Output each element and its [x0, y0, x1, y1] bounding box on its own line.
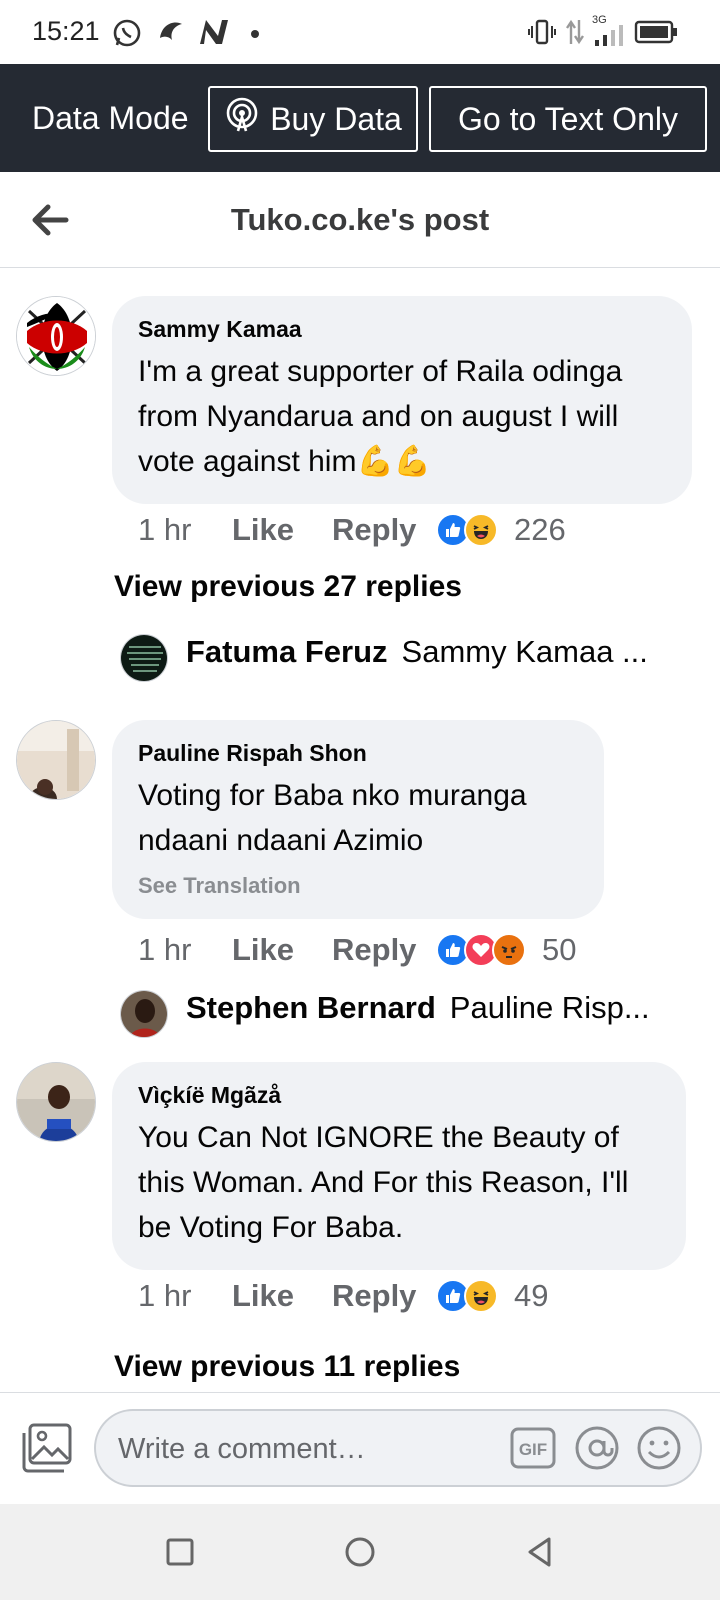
text-only-label: Go to Text Only: [458, 100, 678, 137]
comment-time: 1 hr: [138, 512, 192, 547]
comment-time: 1 hr: [138, 932, 192, 967]
avatar-sammy-kamaa[interactable]: [16, 296, 96, 376]
page-title: Tuko.co.ke's post: [230, 202, 490, 237]
avatar-stephen-bernard: [120, 990, 168, 1038]
comment-bubble[interactable]: Vìçkíë Mgãzå You Can Not IGNORE the Beau…: [112, 1062, 686, 1270]
comment-actions: 1 hr Like Reply 226: [138, 508, 566, 552]
haha-reaction-icon: [464, 513, 498, 547]
angry-reaction-icon: [492, 933, 526, 967]
comment-time: 1 hr: [138, 1278, 192, 1313]
page-header: Tuko.co.ke's post: [0, 172, 720, 268]
hearthstone-icon: [156, 18, 184, 51]
reply-text: Sammy Kamaa ...: [401, 634, 648, 669]
reply-author: Stephen Bernard: [186, 990, 436, 1025]
comment-author[interactable]: Vìçkíë Mgãzå: [138, 1082, 660, 1109]
reaction-count[interactable]: 50: [542, 932, 576, 968]
comment-input[interactable]: Write a comment… GIF: [94, 1409, 702, 1487]
comment-author[interactable]: Pauline Rispah Shon: [138, 740, 578, 767]
n-app-icon: [198, 18, 228, 51]
battery-icon: [634, 20, 678, 49]
comment-text: Voting for Baba nko muranga ndaani ndaan…: [138, 779, 527, 857]
mention-button[interactable]: [574, 1425, 620, 1471]
go-to-text-only-button[interactable]: Go to Text Only: [429, 86, 707, 152]
navigation-bar: [0, 1504, 720, 1600]
comment-actions: 1 hr Like Reply 49: [138, 1274, 548, 1318]
vibrate-icon: [528, 18, 556, 51]
comment-actions: 1 hr Like Reply 50: [138, 928, 576, 972]
reply-preview[interactable]: Fatuma Feruz Sammy Kamaa ...: [120, 634, 648, 682]
comment-bubble[interactable]: Sammy Kamaa I'm a great supporter of Rai…: [112, 296, 692, 504]
comment-author[interactable]: Sammy Kamaa: [138, 316, 666, 343]
reply-text: Pauline Risp...: [449, 990, 650, 1025]
reply-button[interactable]: Reply: [332, 1278, 436, 1314]
data-mode-bar: Data Mode Buy Data Go to Text Only: [0, 64, 720, 172]
buy-data-button[interactable]: Buy Data: [208, 86, 418, 152]
reply-button[interactable]: Reply: [332, 932, 436, 968]
see-translation-link[interactable]: See Translation: [138, 873, 578, 899]
dot-icon: [250, 26, 260, 44]
reaction-count[interactable]: 226: [514, 512, 566, 548]
reaction-summary[interactable]: [436, 513, 498, 547]
emoji-button[interactable]: [636, 1425, 682, 1471]
home-button[interactable]: [342, 1534, 378, 1570]
reply-button[interactable]: Reply: [332, 512, 436, 548]
circle-icon: [342, 1537, 378, 1574]
photo-icon: [20, 1423, 74, 1477]
avatar-pauline-rispah-shon[interactable]: [16, 720, 96, 800]
status-bar: 15:21 3G: [0, 0, 720, 64]
data-arrows-icon: [564, 18, 586, 51]
reply-preview[interactable]: Stephen Bernard Pauline Risp...: [120, 990, 650, 1038]
gif-button[interactable]: GIF: [510, 1427, 556, 1469]
reply-author: Fatuma Feruz: [186, 634, 388, 669]
triangle-back-icon: [522, 1537, 558, 1574]
reaction-count[interactable]: 49: [514, 1278, 548, 1314]
broadcast-icon: [224, 97, 260, 141]
like-button[interactable]: Like: [232, 1278, 332, 1314]
back-nav-button[interactable]: [522, 1534, 558, 1570]
reaction-summary[interactable]: [436, 933, 526, 967]
recent-apps-button[interactable]: [162, 1534, 198, 1570]
avatar-vickie-mgaza[interactable]: [16, 1062, 96, 1142]
reaction-summary[interactable]: [436, 1279, 498, 1313]
gif-label: GIF: [519, 1440, 547, 1459]
signal-icon: [594, 24, 628, 51]
status-time: 15:21: [32, 16, 100, 46]
at-sign-icon: [574, 1426, 620, 1475]
avatar-fatuma-feruz: [120, 634, 168, 682]
like-button[interactable]: Like: [232, 932, 332, 968]
gif-icon: GIF: [510, 1427, 556, 1473]
photo-button[interactable]: [20, 1423, 74, 1473]
comment-bubble[interactable]: Pauline Rispah Shon Voting for Baba nko …: [112, 720, 604, 919]
whatsapp-icon: [112, 18, 142, 53]
haha-reaction-icon: [464, 1279, 498, 1313]
buy-data-label: Buy Data: [270, 100, 402, 137]
comment-text: You Can Not IGNORE the Beauty of this Wo…: [138, 1121, 629, 1244]
square-icon: [162, 1538, 198, 1574]
comment-placeholder: Write a comment…: [118, 1433, 366, 1465]
view-previous-replies[interactable]: View previous 11 replies: [114, 1350, 460, 1384]
like-button[interactable]: Like: [232, 512, 332, 548]
view-previous-replies[interactable]: View previous 27 replies: [114, 570, 462, 604]
smiley-icon: [636, 1426, 682, 1475]
comment-text: I'm a great supporter of Raila odinga fr…: [138, 355, 623, 478]
data-mode-label: Data Mode: [32, 100, 189, 136]
comment-composer: Write a comment… GIF: [0, 1392, 720, 1504]
